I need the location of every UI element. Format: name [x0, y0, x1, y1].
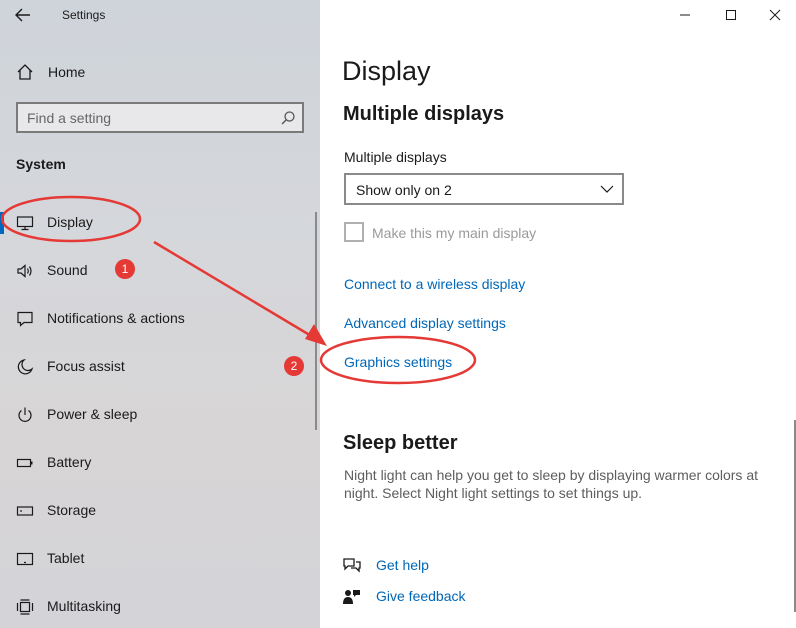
dropdown-value: Show only on 2 [356, 182, 452, 198]
link-graphics-settings[interactable]: Graphics settings [344, 354, 452, 370]
back-button[interactable] [8, 2, 38, 28]
home-nav-item[interactable]: Home [0, 56, 320, 86]
search-input[interactable] [18, 104, 268, 131]
home-label: Home [48, 64, 86, 80]
annotation-badge-2: 2 [284, 356, 304, 376]
sidebar-item-focus-assist[interactable]: Focus assist [0, 346, 320, 386]
sidebar-item-label: Battery [47, 454, 92, 470]
give-feedback-label: Give feedback [376, 588, 466, 604]
multitasking-icon [16, 599, 34, 615]
maximize-button[interactable] [708, 0, 754, 30]
sidebar-scrollbar[interactable] [315, 212, 317, 430]
app-title: Settings [62, 8, 106, 22]
home-icon [17, 64, 33, 80]
sidebar-item-label: Focus assist [47, 358, 125, 374]
feedback-icon [343, 590, 360, 604]
sleep-better-description: Night light can help you get to sleep by… [344, 467, 758, 501]
close-icon [769, 9, 781, 21]
sidebar-item-label: Display [47, 214, 93, 230]
link-connect-wireless-display[interactable]: Connect to a wireless display [344, 276, 525, 292]
sidebar-item-battery[interactable]: Battery [0, 442, 320, 482]
sidebar-titlebar: Settings [0, 0, 320, 30]
sidebar-item-multitasking[interactable]: Multitasking [0, 586, 320, 626]
sidebar-item-storage[interactable]: Storage [0, 490, 320, 530]
sidebar-item-label: Power & sleep [47, 406, 138, 422]
sidebar-item-notifications[interactable]: Notifications & actions [0, 298, 320, 338]
chevron-down-icon [600, 185, 614, 193]
power-icon [18, 407, 32, 422]
get-help-label: Get help [376, 557, 429, 573]
section-title-multiple-displays: Multiple displays [343, 103, 505, 125]
speaker-icon [17, 264, 32, 278]
settings-sidebar: Settings Home System Display Sound Notif… [0, 0, 320, 628]
sidebar-item-tablet[interactable]: Tablet [0, 538, 320, 578]
storage-icon [16, 506, 34, 516]
link-advanced-display-settings[interactable]: Advanced display settings [344, 315, 506, 331]
annotation-badge-1: 1 [115, 259, 135, 279]
main-display-checkbox[interactable] [344, 222, 364, 242]
sidebar-item-label: Multitasking [47, 598, 121, 614]
close-button[interactable] [752, 0, 796, 30]
minimize-icon [680, 14, 690, 16]
help-chat-icon [343, 558, 361, 573]
tablet-icon [16, 552, 34, 566]
sidebar-item-power-sleep[interactable]: Power & sleep [0, 394, 320, 434]
section-heading-system: System [16, 156, 66, 172]
sidebar-item-label: Tablet [47, 550, 85, 566]
multiple-displays-dropdown[interactable]: Show only on 2 [344, 173, 624, 205]
display-settings-pane: Display Multiple displays Multiple displ… [320, 0, 796, 628]
monitor-icon [16, 216, 34, 231]
back-arrow-icon [15, 8, 30, 22]
sidebar-item-sound[interactable]: Sound [0, 250, 320, 290]
search-box[interactable] [16, 102, 304, 133]
main-display-checkbox-label: Make this my main display [372, 225, 537, 241]
search-icon[interactable] [280, 110, 296, 126]
page-title: Display [342, 56, 431, 86]
minimize-button[interactable] [662, 0, 708, 30]
sidebar-item-label: Sound [47, 262, 88, 278]
sidebar-item-display[interactable]: Display [0, 202, 320, 242]
maximize-icon [726, 10, 736, 20]
section-title-sleep-better: Sleep better [343, 432, 458, 454]
sidebar-item-label: Notifications & actions [47, 310, 185, 326]
notification-icon [17, 311, 33, 327]
battery-icon [16, 458, 33, 468]
moon-icon [17, 358, 34, 375]
sidebar-item-label: Storage [47, 502, 97, 518]
multiple-displays-label: Multiple displays [344, 149, 447, 165]
